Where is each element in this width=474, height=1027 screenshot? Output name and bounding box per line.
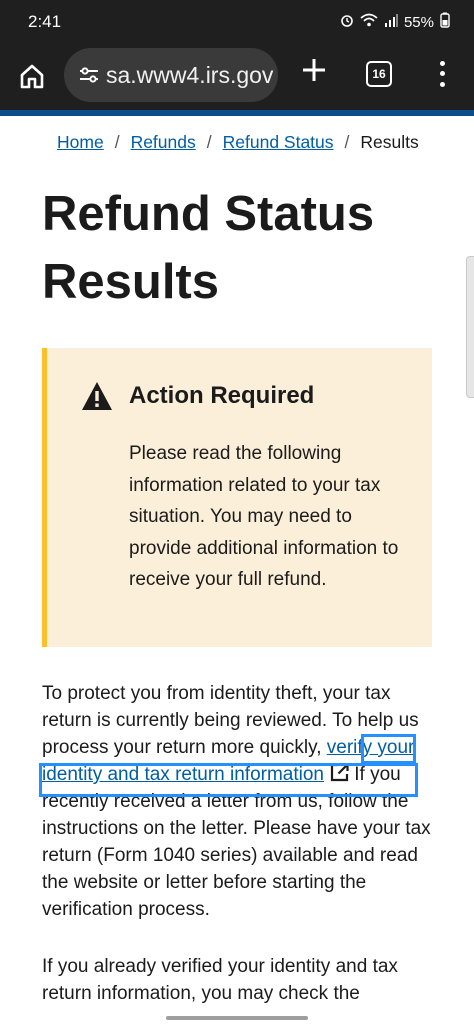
- already-verified-paragraph: If you already verified your identity an…: [42, 956, 398, 1004]
- gesture-nav-bar: [0, 1009, 474, 1027]
- battery-icon: [440, 12, 450, 32]
- breadcrumb-separator: /: [206, 132, 212, 152]
- overflow-menu-button[interactable]: [433, 58, 451, 90]
- action-required-alert: Action Required Please read the followin…: [42, 348, 432, 647]
- warning-icon: [82, 382, 112, 410]
- address-bar[interactable]: sa.www4.irs.gov: [64, 48, 278, 102]
- breadcrumb-home[interactable]: Home: [57, 132, 104, 152]
- url-text: sa.www4.irs.gov: [106, 61, 274, 88]
- menu-dot-icon: [439, 71, 445, 77]
- para1-text-after: If you recently received a letter from u…: [42, 764, 431, 920]
- signal-icon: [384, 13, 398, 31]
- alarm-icon: [340, 13, 354, 31]
- home-button[interactable]: [14, 58, 50, 94]
- breadcrumb-separator: /: [344, 132, 350, 152]
- page-title: Refund Status Results: [42, 187, 375, 309]
- browser-toolbar: sa.www4.irs.gov 16: [0, 44, 474, 110]
- status-icons: 55%: [340, 12, 450, 32]
- status-bar: 2:41 55%: [0, 0, 474, 44]
- site-settings-icon[interactable]: [72, 66, 106, 84]
- home-gesture-pill[interactable]: [166, 1016, 308, 1020]
- new-tab-button[interactable]: [298, 57, 330, 89]
- identity-review-paragraph: To protect you from identity theft, your…: [42, 680, 432, 923]
- external-link-icon: [330, 763, 349, 782]
- wifi-icon: [360, 13, 378, 31]
- alert-title: Action Required: [129, 382, 315, 409]
- menu-dot-icon: [439, 60, 445, 66]
- battery-level: 55%: [403, 13, 434, 31]
- plus-icon: [303, 59, 325, 81]
- breadcrumb-refunds[interactable]: Refunds: [131, 132, 196, 152]
- breadcrumb: Home / Refunds / Refund Status / Results: [57, 132, 419, 153]
- menu-dot-icon: [439, 82, 445, 88]
- breadcrumb-refund-status[interactable]: Refund Status: [223, 132, 334, 152]
- breadcrumb-separator: /: [114, 132, 120, 152]
- tab-switcher-button[interactable]: 16: [366, 61, 392, 87]
- home-icon: [20, 64, 44, 89]
- status-time: 2:41: [28, 12, 62, 31]
- scroll-handle[interactable]: [466, 256, 474, 398]
- alert-body: Please read the following information re…: [129, 443, 399, 590]
- breadcrumb-current: Results: [360, 132, 419, 152]
- header-rule: [0, 110, 474, 116]
